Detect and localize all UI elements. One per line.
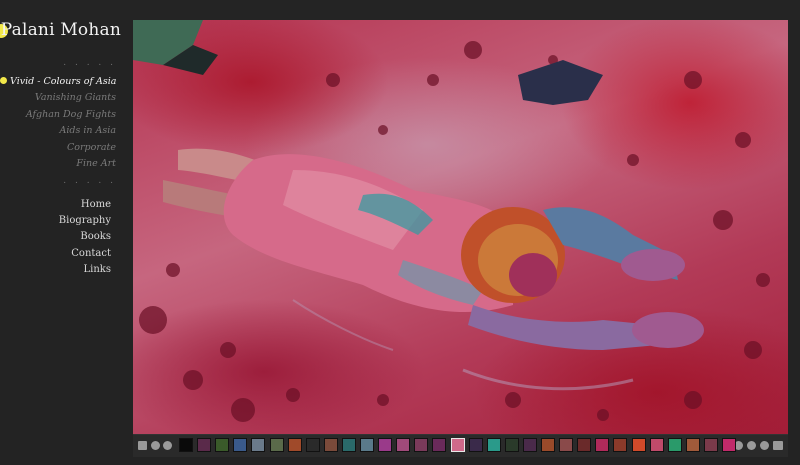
filmstrip-thumbnail[interactable]: [396, 438, 410, 452]
filmstrip-thumbnail[interactable]: [595, 438, 609, 452]
separator-dots: . . . . .: [63, 58, 116, 68]
filmstrip-thumbnail[interactable]: [179, 438, 193, 452]
filmstrip-thumbnail[interactable]: [270, 438, 284, 452]
gallery-link[interactable]: Fine Art: [0, 156, 116, 172]
gallery-link[interactable]: Afghan Dog Fights: [0, 107, 116, 123]
separator-dots: . . . . .: [63, 176, 116, 186]
gallery-link[interactable]: Vivid - Colours of Asia: [0, 74, 116, 90]
main-nav: Home Biography Books Contact Links: [0, 197, 111, 278]
filmstrip-thumbnail[interactable]: [577, 438, 591, 452]
pause-icon[interactable]: [747, 441, 756, 450]
gallery-link-label: Aids in Asia: [59, 125, 117, 137]
filmstrip-thumbnail[interactable]: [378, 438, 392, 452]
fullscreen-icon[interactable]: [773, 441, 783, 450]
filmstrip-thumbnail[interactable]: [523, 438, 537, 452]
gallery-link[interactable]: Vanishing Giants: [0, 90, 116, 106]
filmstrip-thumbnail[interactable]: [414, 438, 428, 452]
filmstrip-thumbnail[interactable]: [487, 438, 501, 452]
nav-link-books[interactable]: Books: [0, 229, 111, 245]
main-photo[interactable]: [133, 20, 788, 434]
filmstrip-thumbnail[interactable]: [342, 438, 356, 452]
nav-link-biography[interactable]: Biography: [0, 213, 111, 229]
filmstrip-thumbnail[interactable]: [215, 438, 229, 452]
filmstrip-thumbnail[interactable]: [251, 438, 265, 452]
filmstrip-thumbnail[interactable]: [613, 438, 627, 452]
filmstrip-thumbnail[interactable]: [197, 438, 211, 452]
filmstrip-thumbnail[interactable]: [505, 438, 519, 452]
filmstrip-thumbnail[interactable]: [668, 438, 682, 452]
site-title[interactable]: Palani Mohan: [0, 20, 121, 40]
sidebar: Palani Mohan . . . . . Vivid - Colours o…: [0, 0, 132, 465]
filmstrip-thumbnail[interactable]: [541, 438, 555, 452]
filmstrip-thumbnail[interactable]: [360, 438, 374, 452]
gallery-link[interactable]: Corporate: [0, 140, 116, 156]
photo-illustration: [133, 20, 770, 422]
gallery-link-label: Afghan Dog Fights: [25, 108, 116, 120]
gallery-link-label: Vanishing Giants: [34, 92, 116, 104]
filmstrip-thumbnail[interactable]: [306, 438, 320, 452]
gallery-link-label: Vivid - Colours of Asia: [10, 76, 117, 87]
active-indicator-icon: [0, 77, 7, 84]
gallery-link[interactable]: Aids in Asia: [0, 123, 117, 139]
gallery-link-label: Corporate: [67, 141, 116, 153]
filmstrip-thumbnail[interactable]: [559, 438, 573, 452]
filmstrip: [133, 434, 788, 457]
filmstrip-thumbnail[interactable]: [686, 438, 700, 452]
nav-link-links[interactable]: Links: [0, 262, 111, 278]
nav-link-home[interactable]: Home: [0, 197, 111, 213]
filmstrip-thumbnail[interactable]: [451, 438, 465, 452]
filmstrip-thumbnail[interactable]: [432, 438, 446, 452]
gallery-nav: Vivid - Colours of Asia Vanishing Giants A…: [0, 74, 116, 172]
filmstrip-thumbnail[interactable]: [704, 438, 718, 452]
filmstrip-thumbnail[interactable]: [469, 438, 483, 452]
filmstrip-thumbnail[interactable]: [632, 438, 646, 452]
filmstrip-thumbnail[interactable]: [233, 438, 247, 452]
filmstrip-thumbnail[interactable]: [288, 438, 302, 452]
gallery-link-label: Fine Art: [76, 158, 116, 170]
next-icon[interactable]: [163, 441, 172, 450]
thumbnails-icon[interactable]: [138, 441, 147, 450]
filmstrip-thumbnail[interactable]: [722, 438, 736, 452]
filmstrip-thumbnail[interactable]: [650, 438, 664, 452]
info-icon[interactable]: [760, 441, 769, 450]
previous-icon[interactable]: [151, 441, 160, 450]
filmstrip-thumbnail[interactable]: [324, 438, 338, 452]
nav-link-contact[interactable]: Contact: [0, 246, 111, 262]
